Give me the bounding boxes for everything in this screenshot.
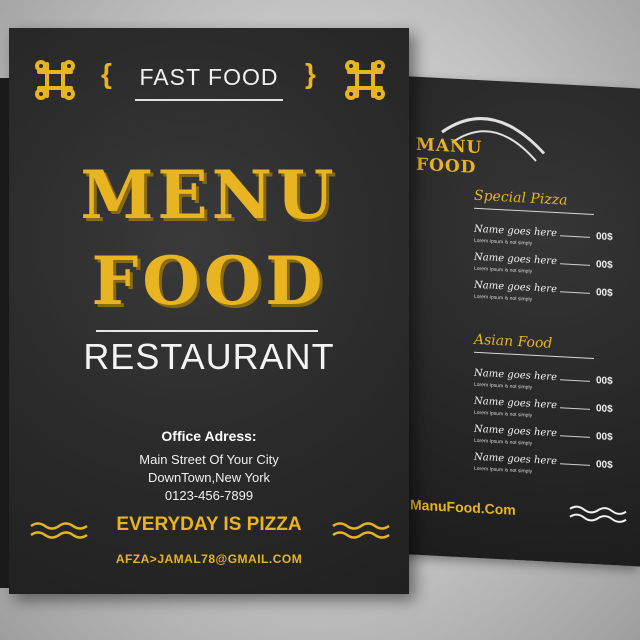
phone-number: 0123-456-7899 bbox=[164, 488, 254, 503]
address-line2: DownTown,New York bbox=[147, 470, 271, 485]
item-desc: Lorem Ipsum is not simply bbox=[474, 237, 533, 247]
wave-decoration-icon bbox=[30, 522, 88, 539]
item-dash bbox=[560, 263, 590, 266]
wave-decoration-icon bbox=[332, 522, 390, 539]
item-price: 00$ bbox=[596, 431, 613, 444]
item-price: 00$ bbox=[596, 287, 613, 300]
item-desc: Lorem Ipsum is not simply bbox=[474, 381, 533, 391]
item-desc: Lorem Ipsum is not simply bbox=[474, 293, 533, 303]
right-brace-icon: } bbox=[305, 58, 316, 89]
office-heading: Office Adress: bbox=[161, 428, 257, 444]
ornament-knot-icon bbox=[35, 60, 75, 100]
item-desc: Lorem Ipsum is not simply bbox=[474, 409, 533, 419]
title-divider bbox=[96, 330, 318, 332]
mockup-scene: MANU FOOD Special Pizza Name goes here 0… bbox=[0, 0, 640, 640]
item-dash bbox=[560, 435, 590, 438]
item-desc: Lorem Ipsum is not simply bbox=[474, 437, 533, 447]
menu-item: Name goes here 00$ Lorem Ipsum is not si… bbox=[474, 280, 620, 318]
fast-food-badge: FAST FOOD bbox=[119, 62, 299, 102]
section-asian-food: Asian Food bbox=[474, 331, 553, 352]
item-desc: Lorem Ipsum is not simply bbox=[474, 465, 533, 475]
item-price: 00$ bbox=[596, 231, 613, 244]
address-line1: Main Street Of Your City bbox=[139, 452, 279, 467]
wave-decoration-icon bbox=[569, 505, 627, 523]
item-price: 00$ bbox=[596, 375, 613, 388]
item-dash bbox=[560, 463, 590, 466]
item-desc: Lorem Ipsum is not simply bbox=[474, 265, 533, 275]
title-menu: MENU bbox=[80, 156, 338, 234]
title-food: FOOD bbox=[91, 242, 327, 320]
item-price: 00$ bbox=[596, 459, 613, 472]
slogan: EVERYDAY IS PIZZA bbox=[116, 514, 302, 535]
ornament-knot-icon bbox=[345, 60, 385, 100]
badge-underline bbox=[135, 99, 283, 101]
email-address: AFZA>JAMAL78@GMAIL.COM bbox=[115, 552, 303, 566]
left-brace-icon: { bbox=[101, 58, 112, 89]
menu-item: Name goes here 00$ Lorem Ipsum is not si… bbox=[474, 452, 620, 490]
item-dash bbox=[560, 407, 590, 410]
item-name: Name goes here bbox=[474, 223, 557, 240]
item-price: 00$ bbox=[596, 259, 613, 272]
section-divider bbox=[474, 207, 594, 216]
item-dash bbox=[560, 379, 590, 382]
back-menu-page: MANU FOOD Special Pizza Name goes here 0… bbox=[402, 76, 640, 567]
fast-food-label: FAST FOOD bbox=[139, 64, 279, 90]
item-dash bbox=[560, 235, 590, 238]
section-divider bbox=[474, 351, 594, 360]
restaurant-label: RESTAURANT bbox=[83, 336, 335, 377]
item-dash bbox=[560, 291, 590, 294]
website-text: ManuFood.Com bbox=[410, 496, 516, 518]
front-menu-page: { FAST FOOD } MENU FOOD RESTAURANT Offic… bbox=[9, 28, 409, 594]
item-price: 00$ bbox=[596, 403, 613, 416]
item-name: Name goes here bbox=[474, 367, 557, 384]
section-special-pizza: Special Pizza bbox=[474, 187, 568, 209]
